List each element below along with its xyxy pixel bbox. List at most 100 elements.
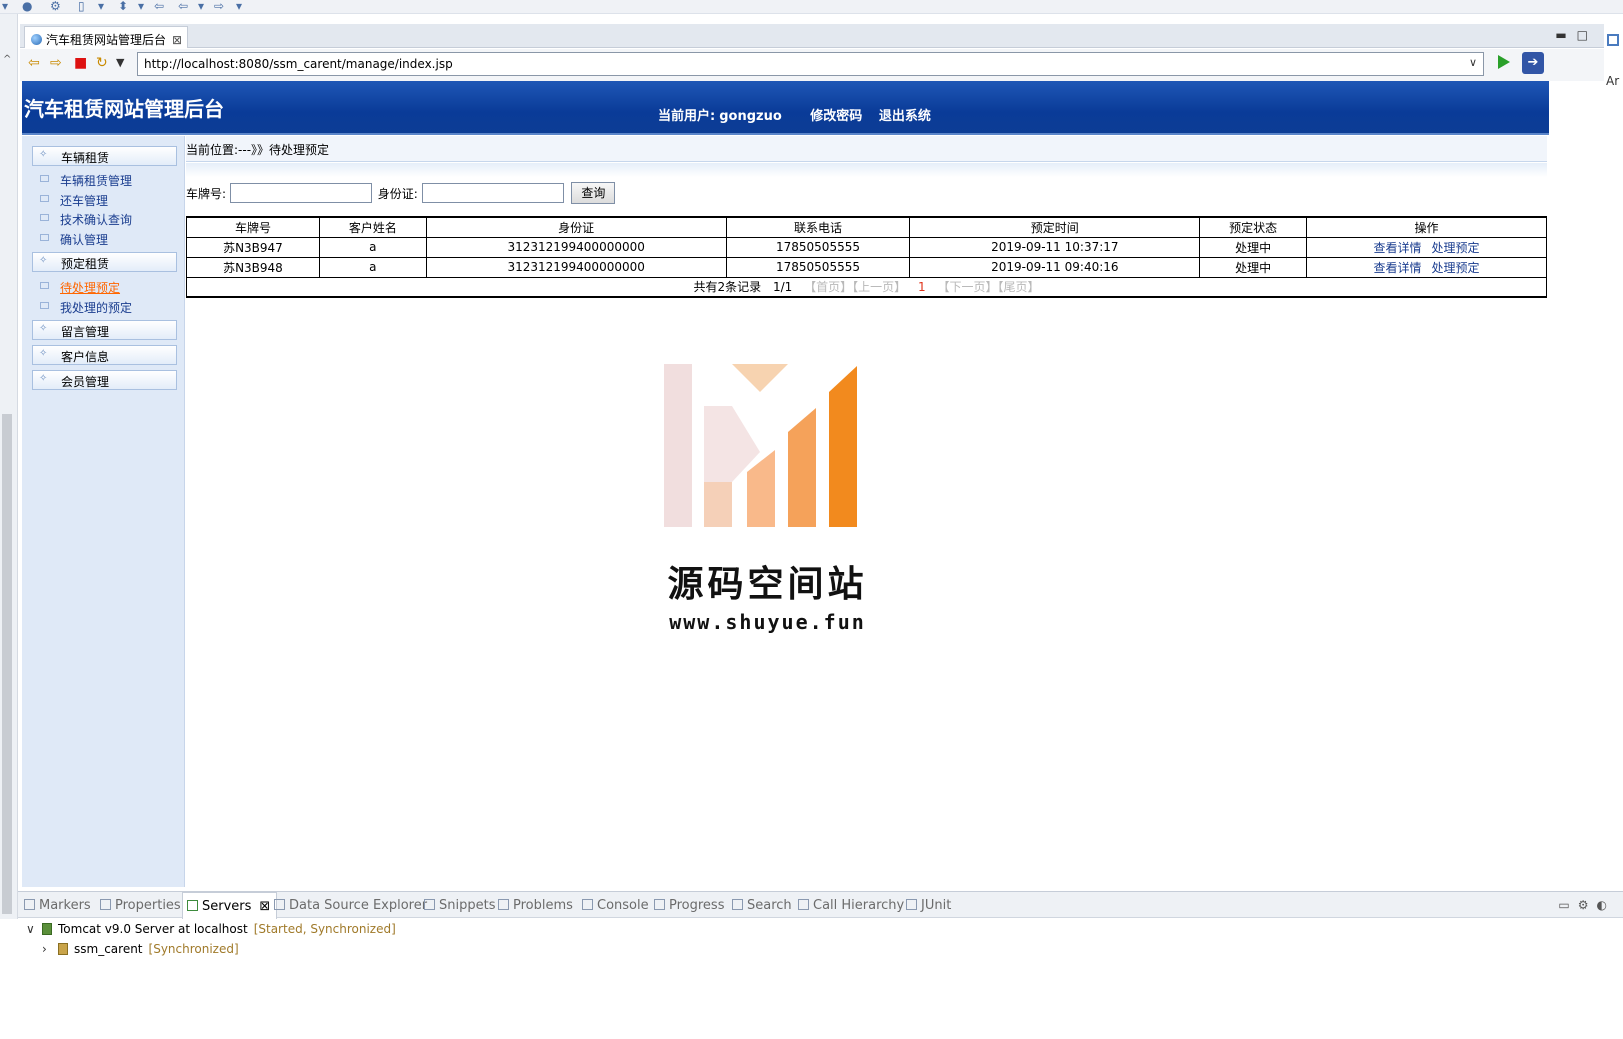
minimize-icon[interactable]: ▬	[1555, 28, 1576, 42]
menu-group-car-rental[interactable]: ✧ 车辆租赁	[32, 146, 177, 166]
minimize-icon[interactable]: ▭	[1558, 898, 1577, 912]
pager-next[interactable]: 【下一页】	[937, 280, 997, 294]
forward-icon[interactable]: ⇨	[50, 56, 62, 70]
open-external-icon[interactable]: ➔	[1522, 52, 1544, 74]
menu-item-car-rental-manage[interactable]: 车辆租赁管理	[40, 172, 132, 189]
current-user-label: 当前用户: gongzuo	[658, 109, 794, 124]
view-details-link[interactable]: 查看详情	[1374, 261, 1422, 275]
chevron-down-icon[interactable]: ▾	[98, 0, 104, 12]
bullet-icon	[40, 214, 49, 221]
menu-item-pending-reservation[interactable]: 待处理预定	[40, 279, 120, 296]
chevron-down-icon[interactable]: ∨	[1469, 56, 1477, 69]
menu-group-label: 客户信息	[61, 350, 110, 364]
menu-item-tech-confirm-query[interactable]: 技术确认查询	[40, 211, 133, 228]
view-details-link[interactable]: 查看详情	[1374, 241, 1422, 255]
close-icon[interactable]: ⊠	[172, 33, 182, 47]
pager-prev[interactable]: 【上一页】	[852, 280, 906, 294]
change-password-link[interactable]: 修改密码	[810, 109, 862, 124]
run-icon[interactable]: ⚙	[50, 0, 61, 12]
menu-item-my-reservations[interactable]: 我处理的预定	[40, 299, 132, 316]
tab-progress[interactable]: Progress	[654, 898, 724, 913]
tab-call-hierarchy[interactable]: Call Hierarchy	[798, 898, 904, 913]
chevron-down-icon[interactable]: ▼	[116, 56, 124, 70]
pager-last[interactable]: 【尾页】	[997, 280, 1039, 294]
perspective-icon[interactable]	[1607, 34, 1619, 46]
chevron-down-icon[interactable]: ▾	[2, 0, 8, 12]
id-label: 身份证:	[377, 186, 418, 201]
logout-link[interactable]: 退出系统	[879, 109, 931, 124]
chevron-down-icon[interactable]: ∨	[26, 922, 38, 936]
module-tree-item[interactable]: › ssm_carent [Synchronized]	[42, 942, 239, 956]
chevron-down-icon[interactable]: ▾	[138, 0, 144, 12]
id-input[interactable]	[421, 183, 564, 203]
logo-bar	[664, 364, 692, 527]
menu-item-return-car[interactable]: 还车管理	[40, 192, 108, 209]
column-header: 车牌号	[186, 216, 320, 238]
query-button[interactable]: 查询	[571, 182, 616, 204]
maximize-icon[interactable]: □	[1577, 28, 1598, 42]
forward-icon[interactable]: ⇨	[214, 0, 224, 12]
table-header-row: 车牌号 客户姓名 身份证 联系电话 预定时间 预定状态 操作	[186, 216, 1547, 238]
menu-group-customers[interactable]: ✧ 客户信息	[32, 345, 177, 365]
globe-icon[interactable]: ●	[22, 0, 32, 12]
settings-icon[interactable]: ⚙	[1578, 898, 1597, 912]
close-icon[interactable]: ⊠	[259, 899, 270, 914]
module-name: ssm_carent	[74, 942, 143, 956]
scrollbar-thumb[interactable]	[2, 414, 12, 914]
go-icon[interactable]	[1498, 55, 1510, 69]
left-gutter: ^	[0, 14, 18, 919]
handle-reservation-link[interactable]: 处理预定	[1432, 261, 1480, 275]
username: gongzuo	[719, 109, 782, 124]
markers-icon	[24, 899, 35, 910]
handle-reservation-link[interactable]: 处理预定	[1432, 241, 1480, 255]
pager-first[interactable]: 【首页】	[804, 280, 852, 294]
server-tree-item[interactable]: ∨ Tomcat v9.0 Server at localhost [Started…	[26, 922, 396, 936]
column-header: 客户姓名	[318, 216, 427, 238]
tab-search[interactable]: Search	[732, 898, 792, 913]
chevron-down-icon[interactable]: ▾	[236, 0, 242, 12]
url-input[interactable]: http://localhost:8080/ssm_carent/manage/…	[137, 52, 1484, 76]
start-server-icon[interactable]: ◐	[1597, 898, 1615, 912]
tab-title: 汽车租赁网站管理后台	[46, 33, 167, 47]
menu-group-reservation[interactable]: ✧ 预定租赁	[32, 252, 177, 272]
bullet-icon	[40, 195, 49, 202]
main-content: 当前位置:---》》待处理预定 车牌号: 身份证: 查询 车牌号 客户姓名 身份…	[186, 136, 1549, 887]
tab-console[interactable]: Console	[582, 898, 649, 913]
back-icon[interactable]: ⇦	[178, 0, 188, 12]
menu-group-messages[interactable]: ✧ 留言管理	[32, 320, 177, 340]
file-icon[interactable]: ▯	[78, 0, 85, 12]
chevron-right-icon[interactable]: ›	[42, 942, 54, 956]
menu-group-members[interactable]: ✧ 会员管理	[32, 370, 177, 390]
cell-phone: 17850505555	[725, 236, 911, 258]
refresh-icon[interactable]: ↻	[96, 56, 108, 70]
menu-item-confirm-manage[interactable]: 确认管理	[40, 231, 108, 248]
pin-icon[interactable]: ⬍	[118, 0, 128, 12]
servers-icon	[187, 900, 198, 911]
chevron-down-icon[interactable]: ▾	[198, 0, 204, 12]
tab-servers[interactable]: Servers ⊠	[182, 892, 278, 919]
chevron-up-icon[interactable]: ^	[3, 54, 11, 65]
tab-junit[interactable]: JUnit	[906, 898, 951, 913]
call-hierarchy-icon	[798, 899, 809, 910]
plate-input[interactable]	[229, 183, 372, 203]
stop-icon[interactable]: ■	[74, 56, 87, 70]
tab-properties[interactable]: Properties	[100, 898, 181, 913]
junit-icon	[906, 899, 917, 910]
tab-browser[interactable]: 汽车租赁网站管理后台 ⊠	[24, 26, 188, 48]
reservation-table: 车牌号 客户姓名 身份证 联系电话 预定时间 预定状态 操作 苏N3B947 a…	[186, 216, 1547, 298]
tab-label: Snippets	[439, 898, 496, 913]
menu-item-label: 技术确认查询	[60, 213, 133, 227]
tab-snippets[interactable]: Snippets	[424, 898, 495, 913]
tab-label: Console	[597, 898, 649, 913]
cell-phone: 17850505555	[725, 256, 911, 278]
column-header: 联系电话	[725, 216, 911, 238]
tab-problems[interactable]: Problems	[498, 898, 573, 913]
pager-current-page[interactable]: 1	[918, 280, 926, 294]
ide-toolbar: ▾ ● ⚙ ▯ ▾ ⬍ ▾ ⇦ ⇦ ▾ ⇨ ▾	[0, 0, 1623, 14]
tab-data-source-explorer[interactable]: Data Source Explorer	[274, 898, 427, 913]
tab-markers[interactable]: Markers	[24, 898, 91, 913]
cell-name: a	[318, 236, 427, 258]
problems-icon	[498, 899, 509, 910]
back-icon[interactable]: ⇦	[28, 56, 40, 70]
back-history-icon[interactable]: ⇦	[154, 0, 164, 12]
